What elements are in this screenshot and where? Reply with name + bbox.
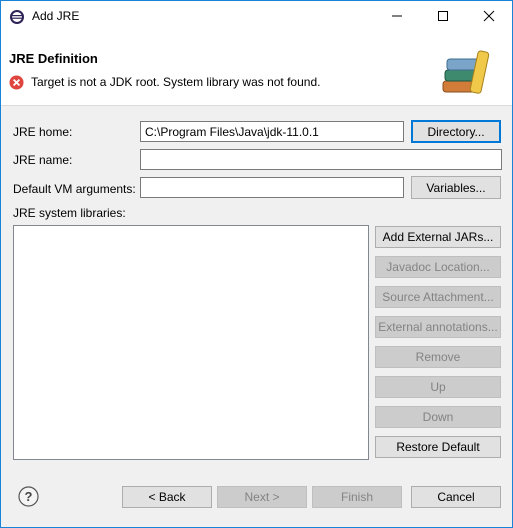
header-banner: [1, 31, 512, 106]
remove-button[interactable]: Remove: [375, 346, 501, 368]
add-external-jars-button[interactable]: Add External JARs...: [375, 226, 501, 248]
down-button[interactable]: Down: [375, 406, 501, 428]
maximize-button[interactable]: [420, 1, 466, 31]
next-button[interactable]: Next >: [217, 486, 307, 508]
system-libraries-label: JRE system libraries:: [13, 206, 126, 220]
jre-name-label: JRE name:: [13, 153, 73, 167]
vm-arguments-label: Default VM arguments:: [13, 182, 136, 196]
cancel-button[interactable]: Cancel: [411, 486, 501, 508]
svg-text:?: ?: [25, 489, 33, 504]
maximize-icon: [438, 11, 448, 21]
jre-home-label: JRE home:: [13, 125, 73, 139]
finish-button[interactable]: Finish: [312, 486, 402, 508]
external-annotations-button[interactable]: External annotations...: [375, 316, 501, 338]
close-button[interactable]: [466, 1, 512, 31]
error-message: Target is not a JDK root. System library…: [31, 75, 321, 89]
minimize-button[interactable]: [374, 1, 420, 31]
back-button[interactable]: < Back: [122, 486, 212, 508]
up-button[interactable]: Up: [375, 376, 501, 398]
page-title: JRE Definition: [9, 51, 98, 66]
variables-button[interactable]: Variables...: [411, 176, 501, 199]
restore-default-button[interactable]: Restore Default: [375, 436, 501, 458]
minimize-icon: [392, 15, 402, 17]
help-icon[interactable]: ?: [18, 486, 39, 507]
directory-button[interactable]: Directory...: [411, 120, 501, 143]
vm-arguments-field[interactable]: [140, 177, 404, 198]
jre-home-field[interactable]: C:\Program Files\Java\jdk-11.0.1: [140, 121, 404, 142]
system-libraries-list[interactable]: [13, 225, 369, 460]
window-title: Add JRE: [32, 9, 80, 23]
eclipse-icon: [9, 9, 25, 25]
books-icon: [440, 47, 498, 97]
close-icon: [483, 10, 495, 22]
javadoc-location-button[interactable]: Javadoc Location...: [375, 256, 501, 278]
source-attachment-button[interactable]: Source Attachment...: [375, 286, 501, 308]
jre-name-field[interactable]: [140, 149, 502, 170]
error-icon: [9, 75, 24, 90]
